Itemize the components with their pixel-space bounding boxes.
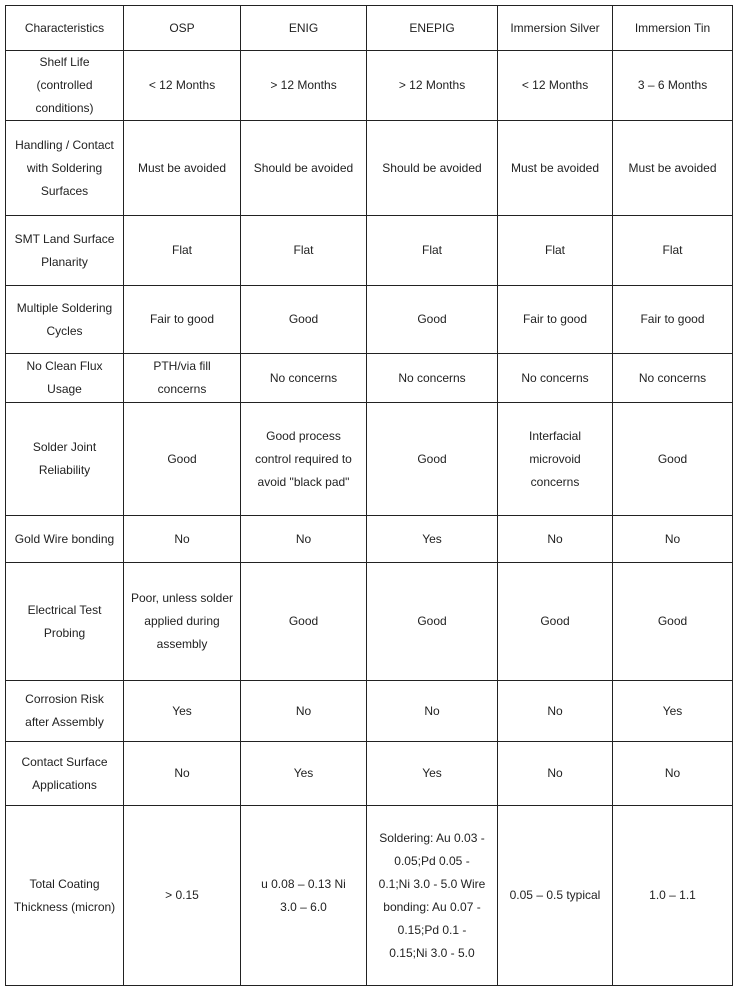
table-cell: Yes <box>366 741 498 806</box>
table-cell: Must be avoided <box>497 120 613 216</box>
column-header: Immersion Silver <box>497 5 613 51</box>
table-cell: Must be avoided <box>123 120 241 216</box>
table-cell: < 12 Months <box>123 50 241 121</box>
table-cell: Fair to good <box>497 285 613 354</box>
table-cell: Soldering: Au 0.03 - 0.05;Pd 0.05 - 0.1;… <box>366 805 498 986</box>
row-label: No Clean Flux Usage <box>5 353 124 403</box>
row-label: Multiple Soldering Cycles <box>5 285 124 354</box>
table-cell: Yes <box>612 680 733 742</box>
column-header: Characteristics <box>5 5 124 51</box>
table-row: SMT Land Surface Planarity Flat Flat Flat Fl… <box>5 215 733 286</box>
table-cell: 3 – 6 Months <box>612 50 733 121</box>
table-cell: 1.0 – 1.1 <box>612 805 733 986</box>
table-cell: Flat <box>497 215 613 286</box>
table-cell: Should be avoided <box>240 120 367 216</box>
table-cell: Good <box>366 402 498 516</box>
table-row: Contact Surface Applications No Yes Yes No No <box>5 741 733 806</box>
table-cell: No <box>497 515 613 563</box>
table-cell: No <box>123 515 241 563</box>
table-cell: Yes <box>240 741 367 806</box>
table-row: Solder Joint Reliability Good Good process… <box>5 402 733 516</box>
table-cell: Good <box>123 402 241 516</box>
table-cell: > 12 Months <box>240 50 367 121</box>
surface-finish-comparison-table: Characteristics OSP ENIG ENEPIG Immersion Si… <box>5 5 733 986</box>
row-label: Contact Surface Applications <box>5 741 124 806</box>
table-cell: Must be avoided <box>612 120 733 216</box>
table-row: Handling / Contact with Soldering Surfac… <box>5 120 733 216</box>
table-cell: 0.05 – 0.5 typical <box>497 805 613 986</box>
table-cell: No concerns <box>240 353 367 403</box>
table-cell: Good <box>612 402 733 516</box>
row-label: Total Coating Thickness (micron) <box>5 805 124 986</box>
column-header: OSP <box>123 5 241 51</box>
table-cell: No <box>123 741 241 806</box>
table-row: Multiple Soldering Cycles Fair to good Goo… <box>5 285 733 354</box>
table-cell: No <box>240 680 367 742</box>
table-cell: Fair to good <box>123 285 241 354</box>
table-cell: No <box>497 680 613 742</box>
table-cell: Yes <box>366 515 498 563</box>
table-cell: No <box>497 741 613 806</box>
table-cell: No concerns <box>366 353 498 403</box>
table-row: Corrosion Risk after Assembly Yes No No No Ye… <box>5 680 733 742</box>
table-cell: Good <box>612 562 733 681</box>
table-cell: Fair to good <box>612 285 733 354</box>
row-label: Corrosion Risk after Assembly <box>5 680 124 742</box>
header-row: Characteristics OSP ENIG ENEPIG Immersion Si… <box>5 5 733 51</box>
table-cell: Good <box>240 285 367 354</box>
table-cell: PTH/via fill concerns <box>123 353 241 403</box>
table-cell: u 0.08 – 0.13 Ni 3.0 – 6.0 <box>240 805 367 986</box>
table-cell: > 12 Months <box>366 50 498 121</box>
table-cell: < 12 Months <box>497 50 613 121</box>
table-cell: Yes <box>123 680 241 742</box>
table-cell: Good <box>366 285 498 354</box>
table-cell: Flat <box>123 215 241 286</box>
table-cell: Good <box>240 562 367 681</box>
table-cell: No <box>612 741 733 806</box>
table-row: No Clean Flux Usage PTH/via fill concerns… <box>5 353 733 403</box>
table-cell: No concerns <box>612 353 733 403</box>
table-cell: Flat <box>612 215 733 286</box>
column-header: ENIG <box>240 5 367 51</box>
table-cell: Flat <box>240 215 367 286</box>
column-header: Immersion Tin <box>612 5 733 51</box>
table-cell: No <box>366 680 498 742</box>
table-cell: No concerns <box>497 353 613 403</box>
row-label: Gold Wire bonding <box>5 515 124 563</box>
table-row: Total Coating Thickness (micron) > 0.15 u … <box>5 805 733 986</box>
row-label: Electrical Test Probing <box>5 562 124 681</box>
table-cell: Good <box>497 562 613 681</box>
table-cell: Flat <box>366 215 498 286</box>
column-header: ENEPIG <box>366 5 498 51</box>
table-cell: Good <box>366 562 498 681</box>
row-label: Handling / Contact with Soldering Surfac… <box>5 120 124 216</box>
table-cell: Poor, unless solder applied during assem… <box>123 562 241 681</box>
table-row: Gold Wire bonding No No Yes No No <box>5 515 733 563</box>
row-label: Shelf Life (controlled conditions) <box>5 50 124 121</box>
table-cell: Should be avoided <box>366 120 498 216</box>
table-row: Electrical Test Probing Poor, unless sold… <box>5 562 733 681</box>
table-cell: No <box>240 515 367 563</box>
table-cell: > 0.15 <box>123 805 241 986</box>
table-cell: No <box>612 515 733 563</box>
table-cell: Interfacial microvoid concerns <box>497 402 613 516</box>
row-label: Solder Joint Reliability <box>5 402 124 516</box>
table-cell: Good process control required to avoid "… <box>240 402 367 516</box>
table-row: Shelf Life (controlled conditions) < 12 M… <box>5 50 733 121</box>
row-label: SMT Land Surface Planarity <box>5 215 124 286</box>
